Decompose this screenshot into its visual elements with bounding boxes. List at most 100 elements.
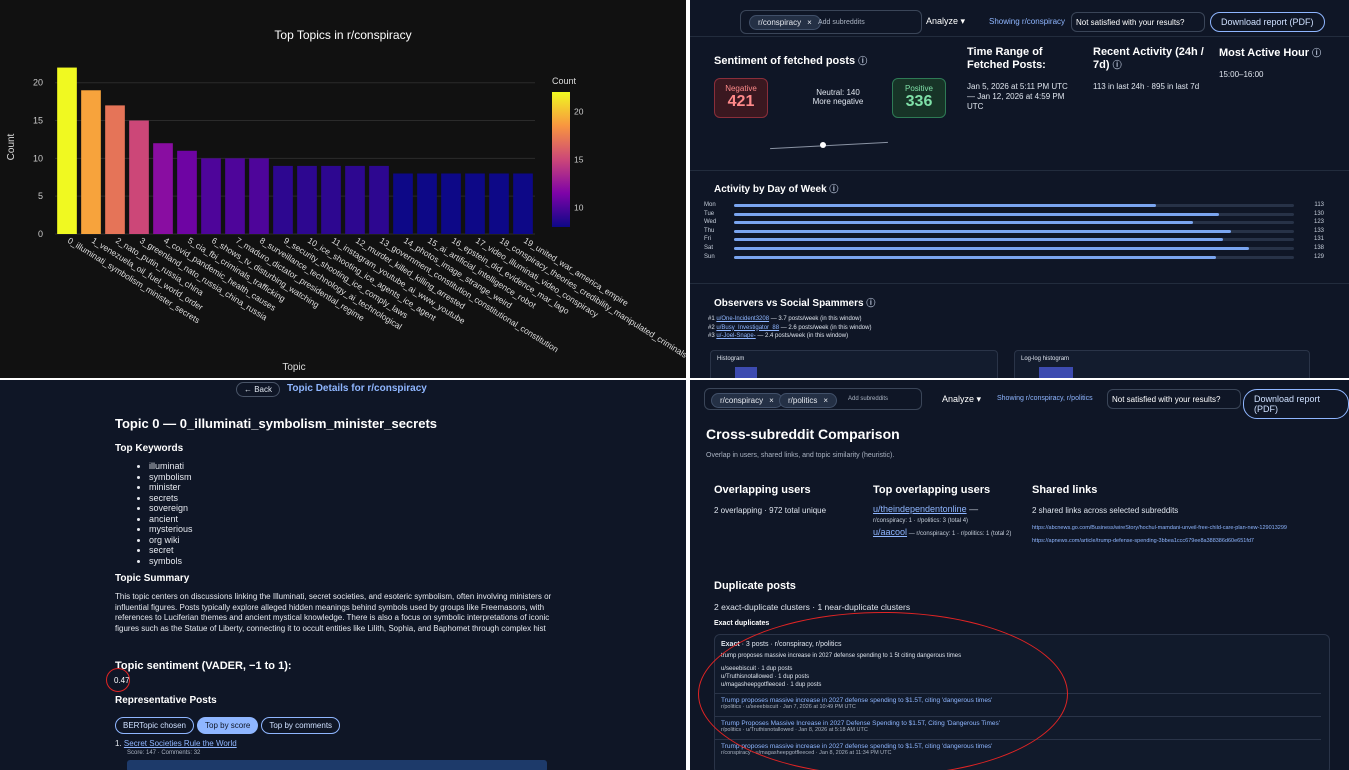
day-bar [734, 212, 1220, 216]
subreddit-chip[interactable]: r/politics × [779, 393, 838, 408]
representative-posts-title: Representative Posts [115, 695, 217, 706]
bar [297, 165, 317, 234]
download-report-button[interactable]: Download report (PDF) [1243, 389, 1349, 419]
not-satisfied-button[interactable]: Not satisfied with your results? [1107, 389, 1241, 409]
day-bar [734, 204, 1156, 207]
pill-top-comments[interactable]: Top by comments [261, 717, 341, 734]
colorbar [552, 92, 570, 227]
day-value: 113 [1314, 202, 1324, 208]
observer-rate: — 2.6 posts/week (in this window) [779, 324, 872, 331]
keyword-item: symbolism [149, 472, 193, 483]
summary-title: Topic Summary [115, 573, 190, 584]
keyword-item: secrets [149, 493, 193, 504]
topic-summary: This topic centers on discussions linkin… [115, 592, 552, 633]
y-tick-label: 20 [33, 78, 43, 88]
observer-user-link[interactable]: u/-Joel-Snape- [716, 333, 755, 339]
slider-knob[interactable] [820, 142, 827, 148]
subreddit-chip[interactable]: r/conspiracy × [711, 393, 783, 408]
keyword-item: secret [149, 545, 193, 556]
sentiment-slider[interactable] [770, 138, 888, 154]
post-meta: Score: 147 · Comments: 32 [127, 750, 201, 756]
subreddit-input[interactable]: r/conspiracy × Add subreddits [740, 10, 922, 34]
day-bar [734, 238, 1224, 242]
keyword-item: mysterious [149, 524, 193, 535]
keyword-item: ancient [149, 514, 193, 525]
showing-label: Showing r/conspiracy [989, 17, 1066, 26]
analyze-button[interactable]: Analyze ▾ [926, 16, 965, 27]
day-label: Mon [704, 202, 716, 208]
divider [690, 36, 1349, 37]
back-button[interactable]: ← Back [236, 382, 281, 397]
sentiment-dashboard-panel: r/conspiracy × Add subreddits Analyze ▾ … [690, 0, 1349, 378]
x-axis-label: Topic [282, 362, 305, 373]
exact-duplicates-label: Exact duplicates [714, 620, 770, 627]
keyword-item: sovereign [149, 503, 193, 514]
post-title-link[interactable]: Secret Societies Rule the World [124, 739, 237, 748]
bar [81, 90, 101, 235]
day-track [734, 204, 1294, 207]
day-bar [734, 229, 1231, 233]
recent-activity-title: Recent Activity (24h / 7d) ⓘ [1093, 46, 1205, 72]
top-user-link[interactable]: u/aacool [873, 527, 907, 537]
post-item: 1. Secret Societies Rule the World [115, 739, 237, 748]
close-icon[interactable]: × [807, 18, 812, 27]
top-user-suffix: — [966, 504, 979, 514]
keyword-item: org wiki [149, 535, 193, 546]
subreddit-input[interactable]: r/conspiracy × r/politics × Add subreddi… [704, 388, 922, 410]
day-value: 131 [1313, 236, 1324, 243]
bar-chart[interactable]: 05101520CountTopic0_illuminati_symbolism… [0, 0, 686, 378]
top-user-meta: — r/conspiracy: 1 · r/politics: 1 (total… [907, 531, 1012, 537]
day-value: 129 [1313, 253, 1324, 260]
day-track [734, 212, 1294, 216]
bar [225, 158, 245, 234]
observer-user-link[interactable]: u/Busy_Investigator_88 [716, 325, 779, 331]
shared-link[interactable]: https://apnews.com/article/trump-defense… [1032, 538, 1332, 545]
subreddit-chip[interactable]: r/conspiracy × [749, 15, 821, 30]
observer-rank: #2 [708, 324, 715, 331]
shared-link[interactable]: https://abcnews.go.com/Business/wireStor… [1032, 525, 1332, 532]
bar [57, 67, 77, 234]
colorbar-title: Count [552, 76, 577, 86]
analyze-button[interactable]: Analyze ▾ [942, 394, 981, 405]
observer-rate: — 3.7 posts/week (in this window) [769, 316, 862, 322]
info-icon[interactable]: ⓘ [829, 184, 838, 194]
colorbar-tick-label: 10 [574, 203, 584, 213]
day-value: 133 [1313, 227, 1324, 234]
y-tick-label: 5 [38, 191, 43, 201]
top-user-link[interactable]: u/theindependentonline [873, 504, 967, 514]
info-icon[interactable]: ⓘ [1312, 48, 1321, 58]
day-label: Thu [704, 227, 715, 234]
recent-activity-value: 113 in last 24h · 895 in last 7d [1093, 82, 1200, 91]
shared-links-list: https://abcnews.go.com/Business/wireStor… [1032, 525, 1332, 545]
positive-value: 336 [905, 93, 933, 110]
observer-user-link[interactable]: u/One-Incident3208 [716, 316, 769, 322]
caret-down-icon: ▾ [976, 394, 982, 404]
bar [153, 143, 173, 234]
observer-rank: #3 [708, 333, 715, 339]
not-satisfied-button[interactable]: Not satisfied with your results? [1071, 12, 1205, 32]
add-subreddit-placeholder: Add subreddits [848, 396, 889, 402]
bar [465, 173, 485, 234]
info-icon[interactable]: ⓘ [1113, 60, 1122, 70]
close-icon[interactable]: × [823, 396, 828, 405]
day-of-week-bars: Mon 113 Tue 130 Wed 123 Thu 133 Fri 131 Sat 138 Sun 1… [690, 202, 1349, 272]
download-report-button[interactable]: Download report (PDF) [1210, 12, 1325, 32]
duplicate-posts-title: Duplicate posts [714, 580, 796, 592]
bar [441, 173, 461, 234]
topic-sentiment-title: Topic sentiment (VADER, −1 to 1): [115, 660, 292, 672]
bar [369, 165, 389, 234]
close-icon[interactable]: × [769, 396, 774, 405]
pill-top-score[interactable]: Top by score [197, 717, 259, 734]
day-row-wed: Wed 123 [704, 219, 1324, 227]
time-range-value: Jan 5, 2026 at 5:11 PM UTC — Jan 12, 202… [967, 82, 1068, 111]
sentiment-title: Sentiment of fetched posts ⓘ [714, 54, 867, 67]
info-icon[interactable]: ⓘ [858, 56, 867, 66]
time-range-title: Time Range of Fetched Posts: [967, 46, 1046, 71]
info-icon[interactable]: ⓘ [866, 298, 875, 308]
day-row-sun: Sun 129 [704, 254, 1324, 262]
chip-label: r/conspiracy [758, 18, 802, 27]
bar [513, 173, 533, 234]
recent-title-text: Recent Activity (24h / 7d) [1093, 46, 1204, 71]
pill-bertopic[interactable]: BERTopic chosen [115, 717, 194, 734]
observers-list: #1 u/One-Incident3208 — 3.7 posts/week (… [708, 315, 871, 341]
